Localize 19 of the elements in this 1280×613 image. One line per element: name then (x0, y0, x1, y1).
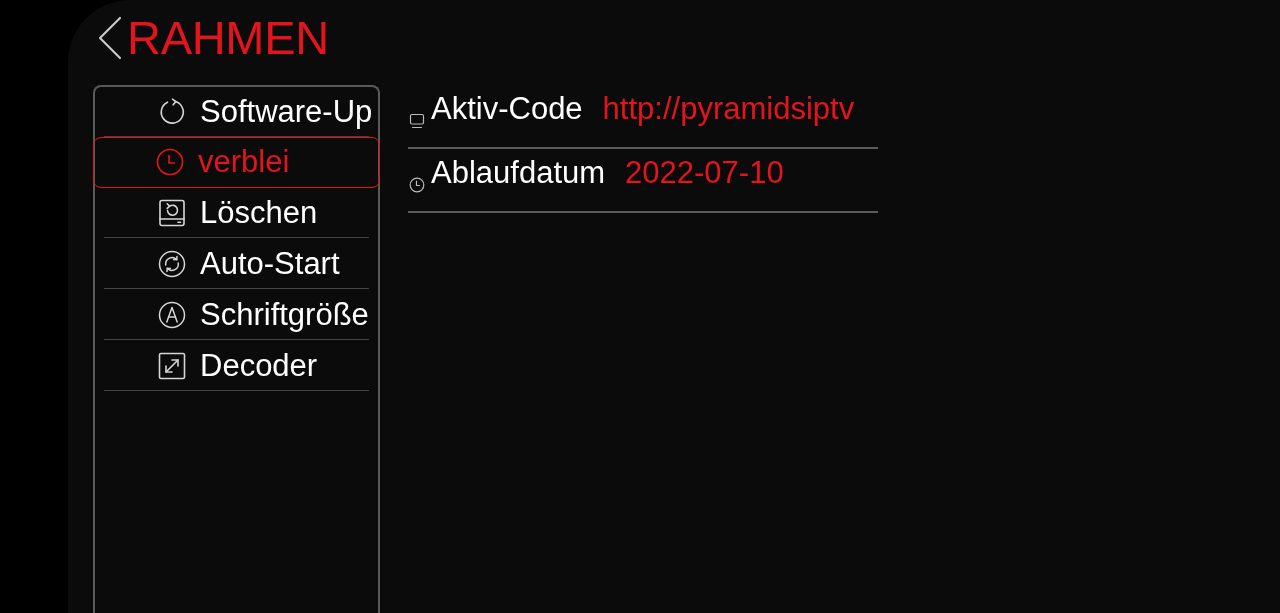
info-value: http://pyramidsiptv (602, 90, 855, 127)
drive-icon (158, 199, 186, 227)
sidebar-item[interactable]: Schriftgröße (95, 290, 378, 341)
info-value: 2022-07-10 (625, 154, 784, 191)
refresh-icon (158, 98, 186, 126)
page-title: RAHMEN (127, 11, 329, 64)
monitor-icon (409, 113, 425, 129)
sidebar-item[interactable]: Auto-Start (95, 239, 378, 290)
sidebar-item[interactable]: verblei (93, 137, 380, 188)
sidebar-item[interactable]: Löschen (95, 188, 378, 239)
info-label: Aktiv-Code (431, 90, 583, 127)
back-icon[interactable] (97, 15, 123, 60)
clock-icon (409, 177, 425, 193)
sync-icon (158, 250, 186, 278)
sidebar-item[interactable]: Decoder (95, 341, 378, 392)
clock-icon (156, 148, 184, 176)
info-label: Ablaufdatum (431, 154, 606, 191)
letter-a-icon (158, 301, 186, 329)
sidebar-item[interactable]: Software-Up (95, 87, 378, 138)
